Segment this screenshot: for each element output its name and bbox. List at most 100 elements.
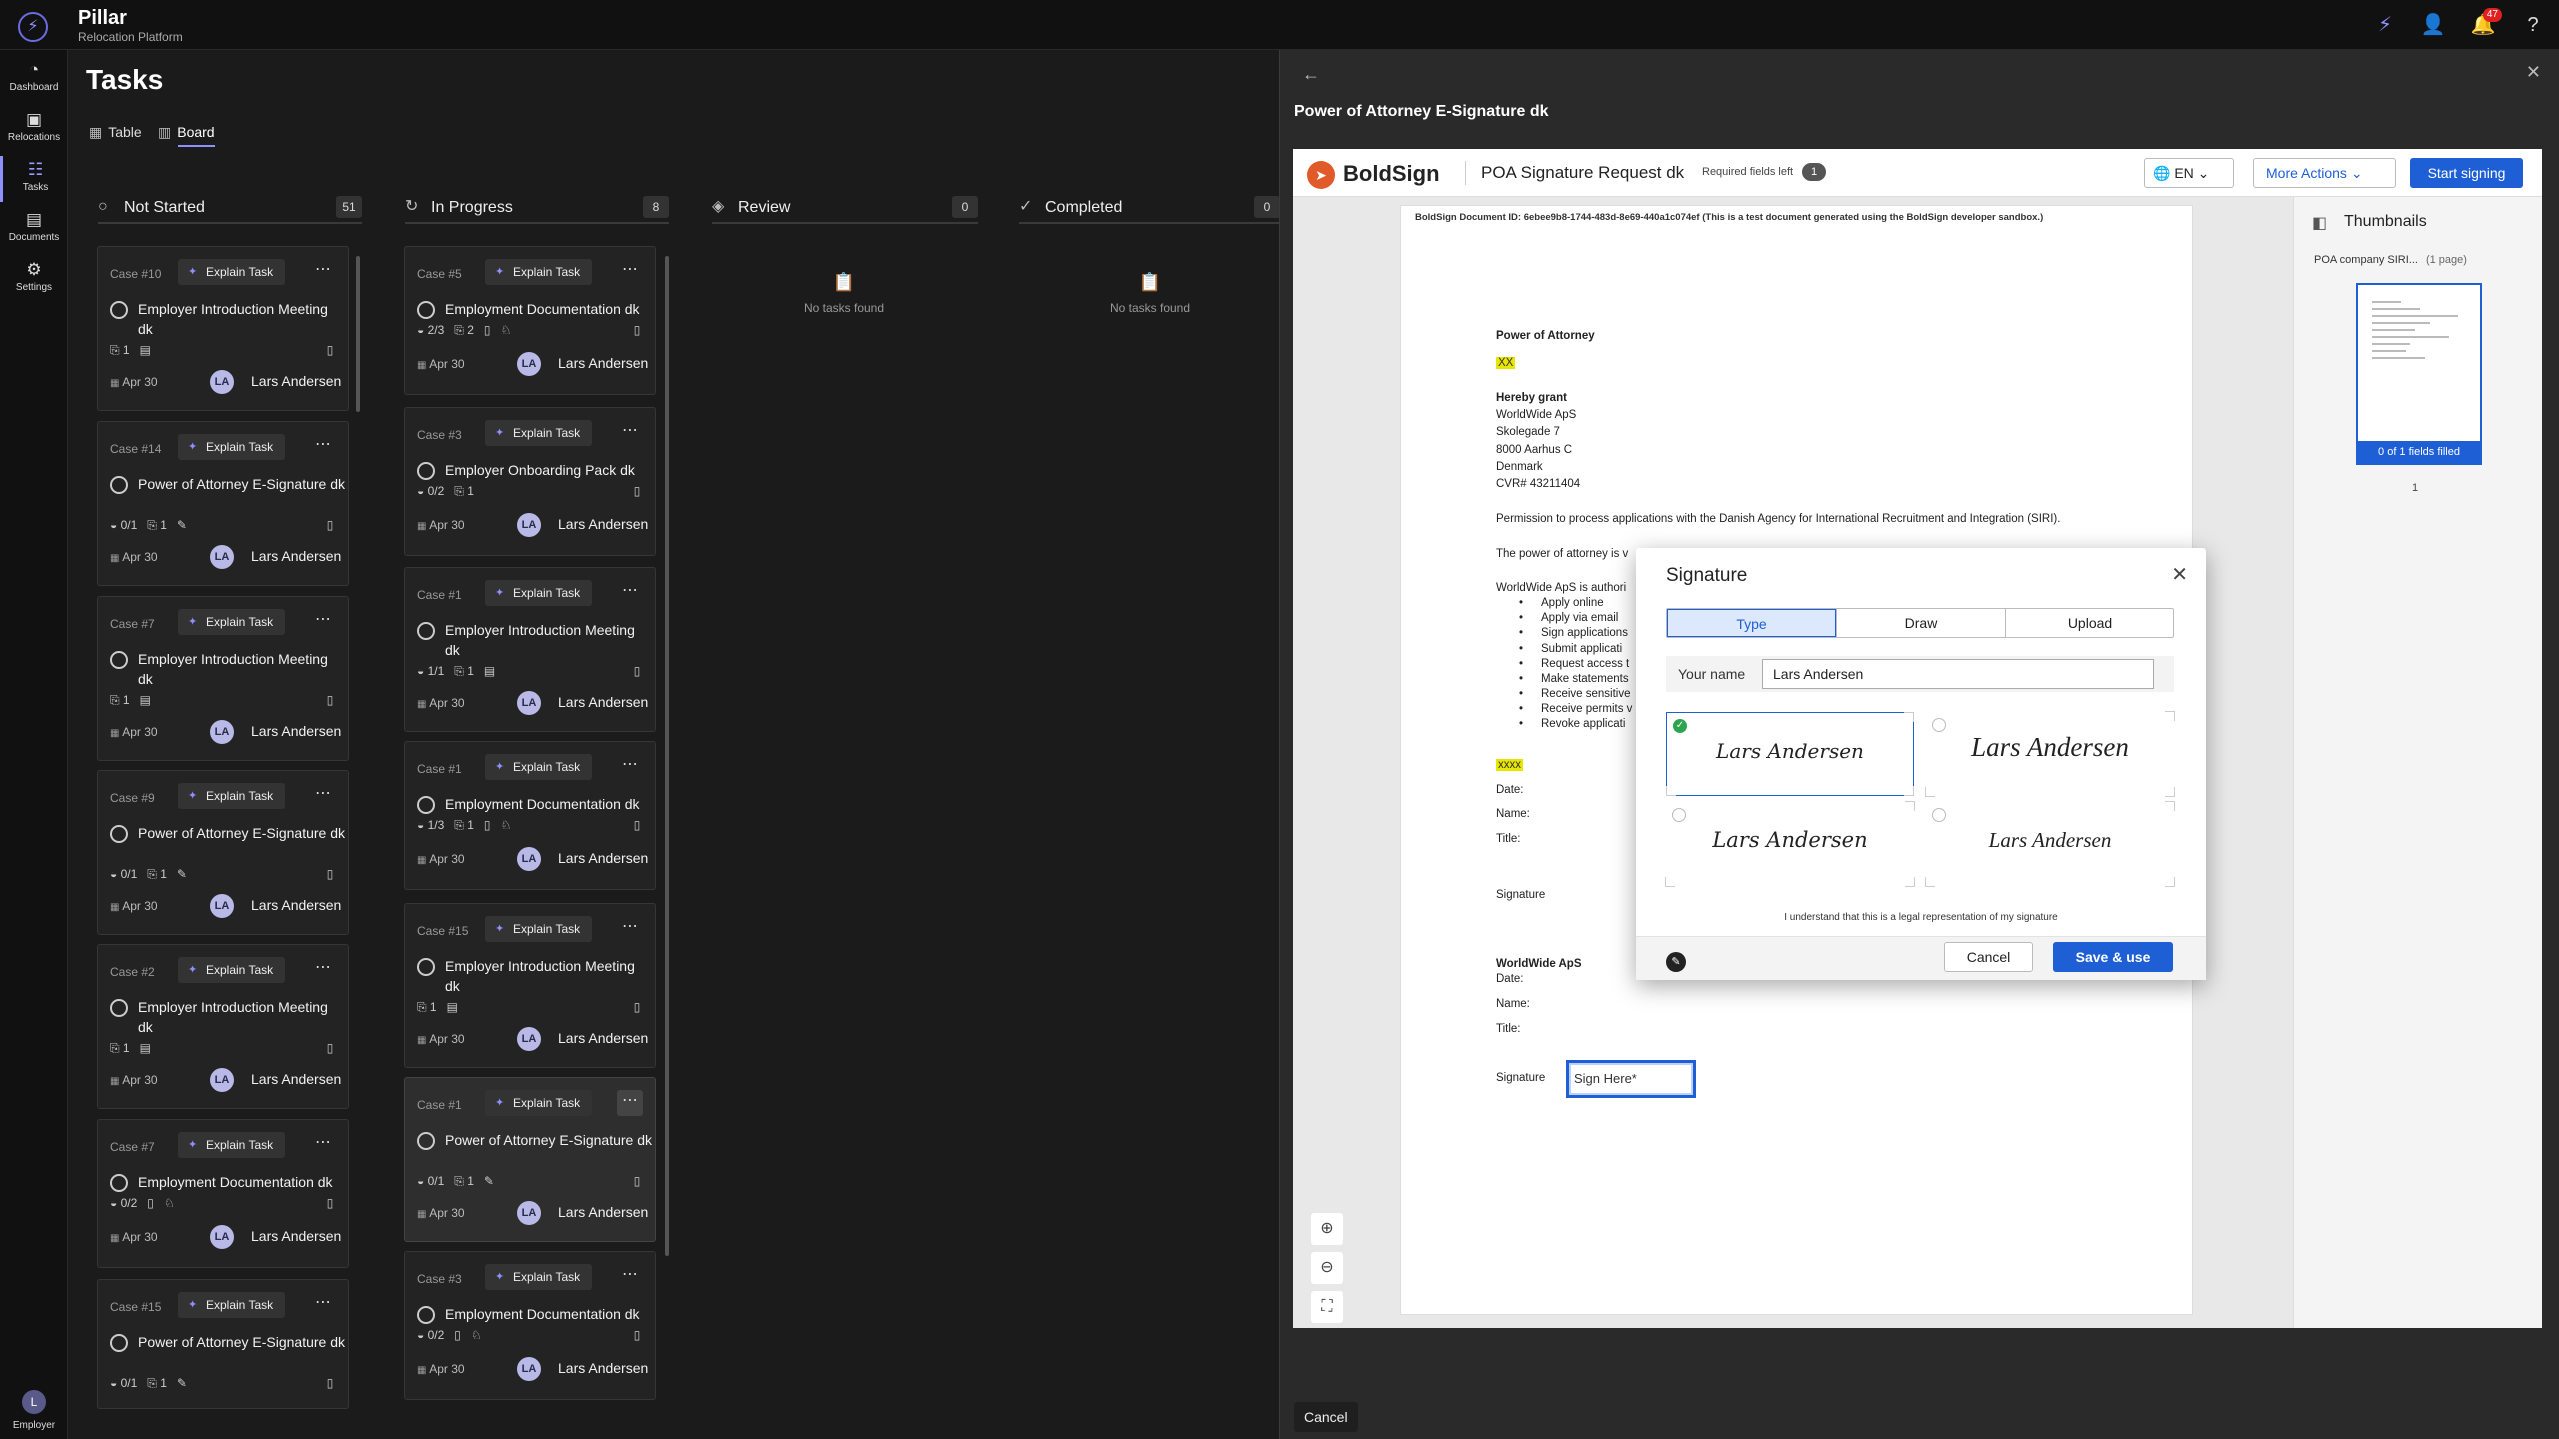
- not-started-scrollbar[interactable]: [356, 256, 360, 412]
- task-complete-checkbox[interactable]: [110, 825, 128, 843]
- start-signing-button[interactable]: Start signing: [2410, 158, 2523, 188]
- sidebar-item-tasks[interactable]: ☷ Tasks: [0, 156, 68, 202]
- signature-style-option[interactable]: Lars Andersen: [1925, 711, 2175, 797]
- more-options-icon[interactable]: ⋯: [617, 259, 643, 285]
- sidebar-item-documents[interactable]: ▤ Documents: [0, 206, 68, 252]
- task-complete-checkbox[interactable]: [110, 1174, 128, 1192]
- task-card[interactable]: Case #3 Explain Task ⋯ Employment Documenta…: [404, 1251, 656, 1400]
- more-options-icon[interactable]: ⋯: [310, 259, 336, 285]
- explain-task-button[interactable]: Explain Task: [178, 1132, 286, 1158]
- explain-task-button[interactable]: Explain Task: [485, 420, 593, 446]
- close-icon[interactable]: ✕: [2526, 62, 2541, 83]
- pillar-logo-icon[interactable]: ⚡: [18, 12, 48, 42]
- sidebar-item-label: Tasks: [22, 182, 49, 193]
- fit-screen-icon[interactable]: ⛶: [1311, 1291, 1343, 1323]
- task-complete-checkbox[interactable]: [110, 999, 128, 1017]
- avatar[interactable]: L: [22, 1390, 46, 1414]
- notifications-bell-icon[interactable]: 🔔 47: [2470, 8, 2502, 38]
- more-options-icon[interactable]: ⋯: [310, 957, 336, 983]
- tab-draw[interactable]: Draw: [1836, 609, 2005, 637]
- explain-task-button[interactable]: Explain Task: [485, 1090, 593, 1116]
- help-icon[interactable]: ?: [2520, 12, 2546, 38]
- task-card[interactable]: Case #14 Explain Task ⋯ Power of Attorney E…: [97, 421, 349, 586]
- task-complete-checkbox[interactable]: [417, 958, 435, 976]
- cancel-button[interactable]: Cancel: [1944, 942, 2033, 972]
- task-complete-checkbox[interactable]: [110, 476, 128, 494]
- task-card[interactable]: Case #15 Explain Task ⋯ Power of Attorney E…: [97, 1279, 349, 1409]
- task-card[interactable]: Case #1 Explain Task ⋯ Employer Introductio…: [404, 567, 656, 732]
- explain-task-button[interactable]: Explain Task: [178, 957, 286, 983]
- task-complete-checkbox[interactable]: [417, 1132, 435, 1150]
- tab-type[interactable]: Type: [1667, 609, 1836, 637]
- more-options-icon[interactable]: ⋯: [617, 420, 643, 446]
- sidebar-item-relocations[interactable]: ▣ Relocations: [0, 106, 68, 152]
- task-complete-checkbox[interactable]: [417, 796, 435, 814]
- radio-icon: [1932, 718, 1946, 732]
- task-card[interactable]: Case #5 Explain Task ⋯ Employment Documenta…: [404, 246, 656, 395]
- task-complete-checkbox[interactable]: [110, 651, 128, 669]
- task-complete-checkbox[interactable]: [417, 462, 435, 480]
- explain-task-button[interactable]: Explain Task: [485, 754, 593, 780]
- avatar: LA: [210, 545, 234, 569]
- more-options-icon[interactable]: ⋯: [617, 754, 643, 780]
- sign-here-field[interactable]: Sign Here*: [1566, 1060, 1696, 1098]
- tab-table[interactable]: ▦ Table: [89, 124, 142, 141]
- ai-assistant-icon[interactable]: ⚡: [2372, 12, 2398, 38]
- more-options-icon[interactable]: ⋯: [310, 783, 336, 809]
- thumbnails-toggle-icon[interactable]: ◧: [2312, 213, 2327, 233]
- explain-task-button[interactable]: Explain Task: [178, 259, 286, 285]
- explain-task-button[interactable]: Explain Task: [178, 783, 286, 809]
- more-actions-button[interactable]: More Actions ⌄: [2253, 158, 2396, 188]
- task-complete-checkbox[interactable]: [110, 1334, 128, 1352]
- task-complete-checkbox[interactable]: [417, 1306, 435, 1324]
- explain-task-button[interactable]: Explain Task: [485, 1264, 593, 1290]
- signature-style-option[interactable]: Lars Andersen: [1665, 801, 1915, 887]
- task-card[interactable]: Case #7 Explain Task ⋯ Employer Introductio…: [97, 596, 349, 761]
- explain-task-button[interactable]: Explain Task: [485, 916, 593, 942]
- task-card[interactable]: Case #7 Explain Task ⋯ Employment Documenta…: [97, 1119, 349, 1268]
- zoom-in-icon[interactable]: ⊕: [1311, 1213, 1343, 1245]
- more-options-icon[interactable]: ⋯: [310, 434, 336, 460]
- user-switch-icon[interactable]: 👤: [2420, 12, 2446, 38]
- explain-task-button[interactable]: Explain Task: [178, 1292, 286, 1318]
- pen-icon[interactable]: ✎: [1666, 952, 1686, 972]
- more-options-icon[interactable]: ⋯: [617, 580, 643, 606]
- task-complete-checkbox[interactable]: [110, 301, 128, 319]
- task-card[interactable]: Case #15 Explain Task ⋯ Employer Introducti…: [404, 903, 656, 1068]
- name-field[interactable]: [1762, 659, 2154, 689]
- task-card[interactable]: Case #1 Explain Task ⋯ Power of Attorney E-…: [404, 1077, 656, 1242]
- tab-board[interactable]: ▥ Board: [158, 124, 215, 147]
- back-arrow-icon[interactable]: ←: [1302, 64, 1320, 85]
- more-options-icon[interactable]: ⋯: [617, 916, 643, 942]
- task-card[interactable]: Case #9 Explain Task ⋯ Power of Attorney E-…: [97, 770, 349, 935]
- task-card[interactable]: Case #1 Explain Task ⋯ Employment Documenta…: [404, 741, 656, 890]
- explain-task-button[interactable]: Explain Task: [178, 609, 286, 635]
- sidebar-item-dashboard[interactable]: ◔ Dashboard: [0, 56, 68, 102]
- zoom-out-icon[interactable]: ⊖: [1311, 1252, 1343, 1284]
- language-select[interactable]: 🌐 EN ⌄: [2144, 158, 2234, 188]
- tab-upload[interactable]: Upload: [2005, 609, 2174, 637]
- task-complete-checkbox[interactable]: [417, 622, 435, 640]
- signature-style-option[interactable]: ✓ Lars Andersen: [1666, 712, 1914, 796]
- task-title: Employer Introduction Meeting dk: [445, 622, 635, 658]
- thumbnail-page[interactable]: 0 of 1 fields filled: [2356, 283, 2482, 465]
- more-options-icon[interactable]: ⋯: [617, 1090, 643, 1116]
- task-card[interactable]: Case #2 Explain Task ⋯ Employer Introductio…: [97, 944, 349, 1109]
- close-icon[interactable]: ✕: [2171, 562, 2188, 587]
- task-card[interactable]: Case #10 Explain Task ⋯ Employer Introducti…: [97, 246, 349, 411]
- drawer-cancel-button[interactable]: Cancel: [1294, 1402, 1358, 1432]
- explain-task-button[interactable]: Explain Task: [485, 259, 593, 285]
- more-options-icon[interactable]: ⋯: [617, 1264, 643, 1290]
- explain-task-button[interactable]: Explain Task: [178, 434, 286, 460]
- signature-style-option[interactable]: Lars Andersen: [1925, 801, 2175, 887]
- more-options-icon[interactable]: ⋯: [310, 609, 336, 635]
- more-options-icon[interactable]: ⋯: [310, 1132, 336, 1158]
- task-complete-checkbox[interactable]: [417, 301, 435, 319]
- doc-grant-heading: Hereby grant: [1496, 392, 1567, 404]
- task-card[interactable]: Case #3 Explain Task ⋯ Employer Onboarding …: [404, 407, 656, 556]
- explain-task-button[interactable]: Explain Task: [485, 580, 593, 606]
- more-options-icon[interactable]: ⋯: [310, 1292, 336, 1318]
- in-progress-scrollbar[interactable]: [665, 256, 669, 1256]
- save-and-use-button[interactable]: Save & use: [2053, 942, 2173, 972]
- sidebar-item-settings[interactable]: ⚙ Settings: [0, 256, 68, 302]
